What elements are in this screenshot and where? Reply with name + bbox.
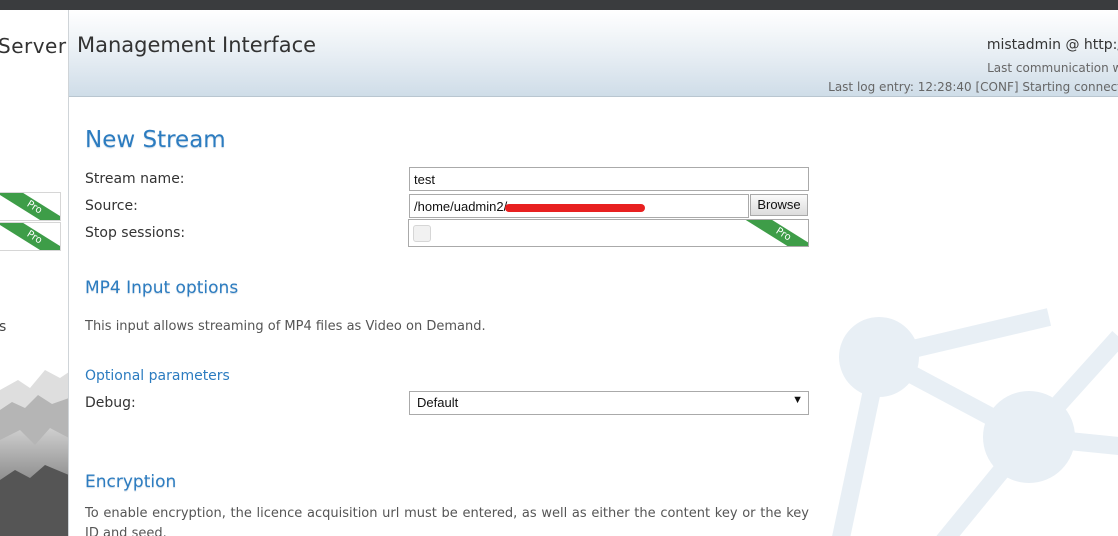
main-content: New Stream Stream name: test Source: /ho… bbox=[69, 97, 1118, 536]
input-description: This input allows streaming of MP4 files… bbox=[85, 319, 486, 334]
pro-badge: Pro bbox=[0, 193, 60, 220]
new-stream-title: New Stream bbox=[85, 127, 226, 153]
stop-sessions-field: Pro bbox=[408, 219, 809, 247]
top-bar bbox=[0, 0, 1118, 10]
input-options-title: MP4 Input options bbox=[85, 278, 239, 298]
debug-label: Debug: bbox=[85, 395, 136, 411]
sidebar-item-pro-1[interactable]: Pro bbox=[0, 192, 61, 221]
debug-select[interactable]: Default ▼ bbox=[409, 391, 809, 415]
network-background-icon bbox=[832, 308, 1118, 536]
source-value: /home/uadmin2/ bbox=[414, 199, 508, 214]
last-log-entry: Last log entry: 12:28:40 [CONF] Starting… bbox=[828, 80, 1118, 94]
stream-name-label: Stream name: bbox=[85, 171, 185, 187]
app-logo-text: Server bbox=[0, 34, 67, 58]
stop-sessions-label: Stop sessions: bbox=[85, 225, 186, 241]
last-communication: Last communication with bbox=[987, 61, 1118, 75]
encryption-title: Encryption bbox=[85, 472, 177, 492]
pro-badge: Pro bbox=[0, 223, 60, 250]
source-label: Source: bbox=[85, 198, 138, 214]
sidebar-item-label[interactable]: s bbox=[0, 319, 6, 335]
mountains-image bbox=[0, 370, 68, 536]
optional-parameters-title: Optional parameters bbox=[85, 368, 230, 384]
header: Management Interface mistadmin @ http://… bbox=[69, 10, 1118, 97]
sidebar-item-pro-2[interactable]: Pro bbox=[0, 222, 61, 251]
stop-sessions-checkbox[interactable] bbox=[413, 225, 431, 242]
redaction-mark bbox=[505, 203, 646, 212]
browse-button[interactable]: Browse bbox=[750, 194, 808, 216]
user-info[interactable]: mistadmin @ http://13.9 bbox=[987, 37, 1118, 53]
source-input[interactable]: /home/uadmin2/ bbox=[409, 194, 749, 218]
stream-name-input[interactable]: test bbox=[409, 167, 809, 191]
encryption-description: To enable encryption, the licence acquis… bbox=[85, 506, 809, 536]
pro-badge: Pro bbox=[744, 220, 808, 246]
page-title: Management Interface bbox=[77, 33, 317, 57]
debug-selected-value: Default bbox=[417, 395, 459, 410]
sidebar: Server Pro Pro s bbox=[0, 10, 69, 536]
dropdown-arrow-icon: ▼ bbox=[792, 394, 803, 406]
